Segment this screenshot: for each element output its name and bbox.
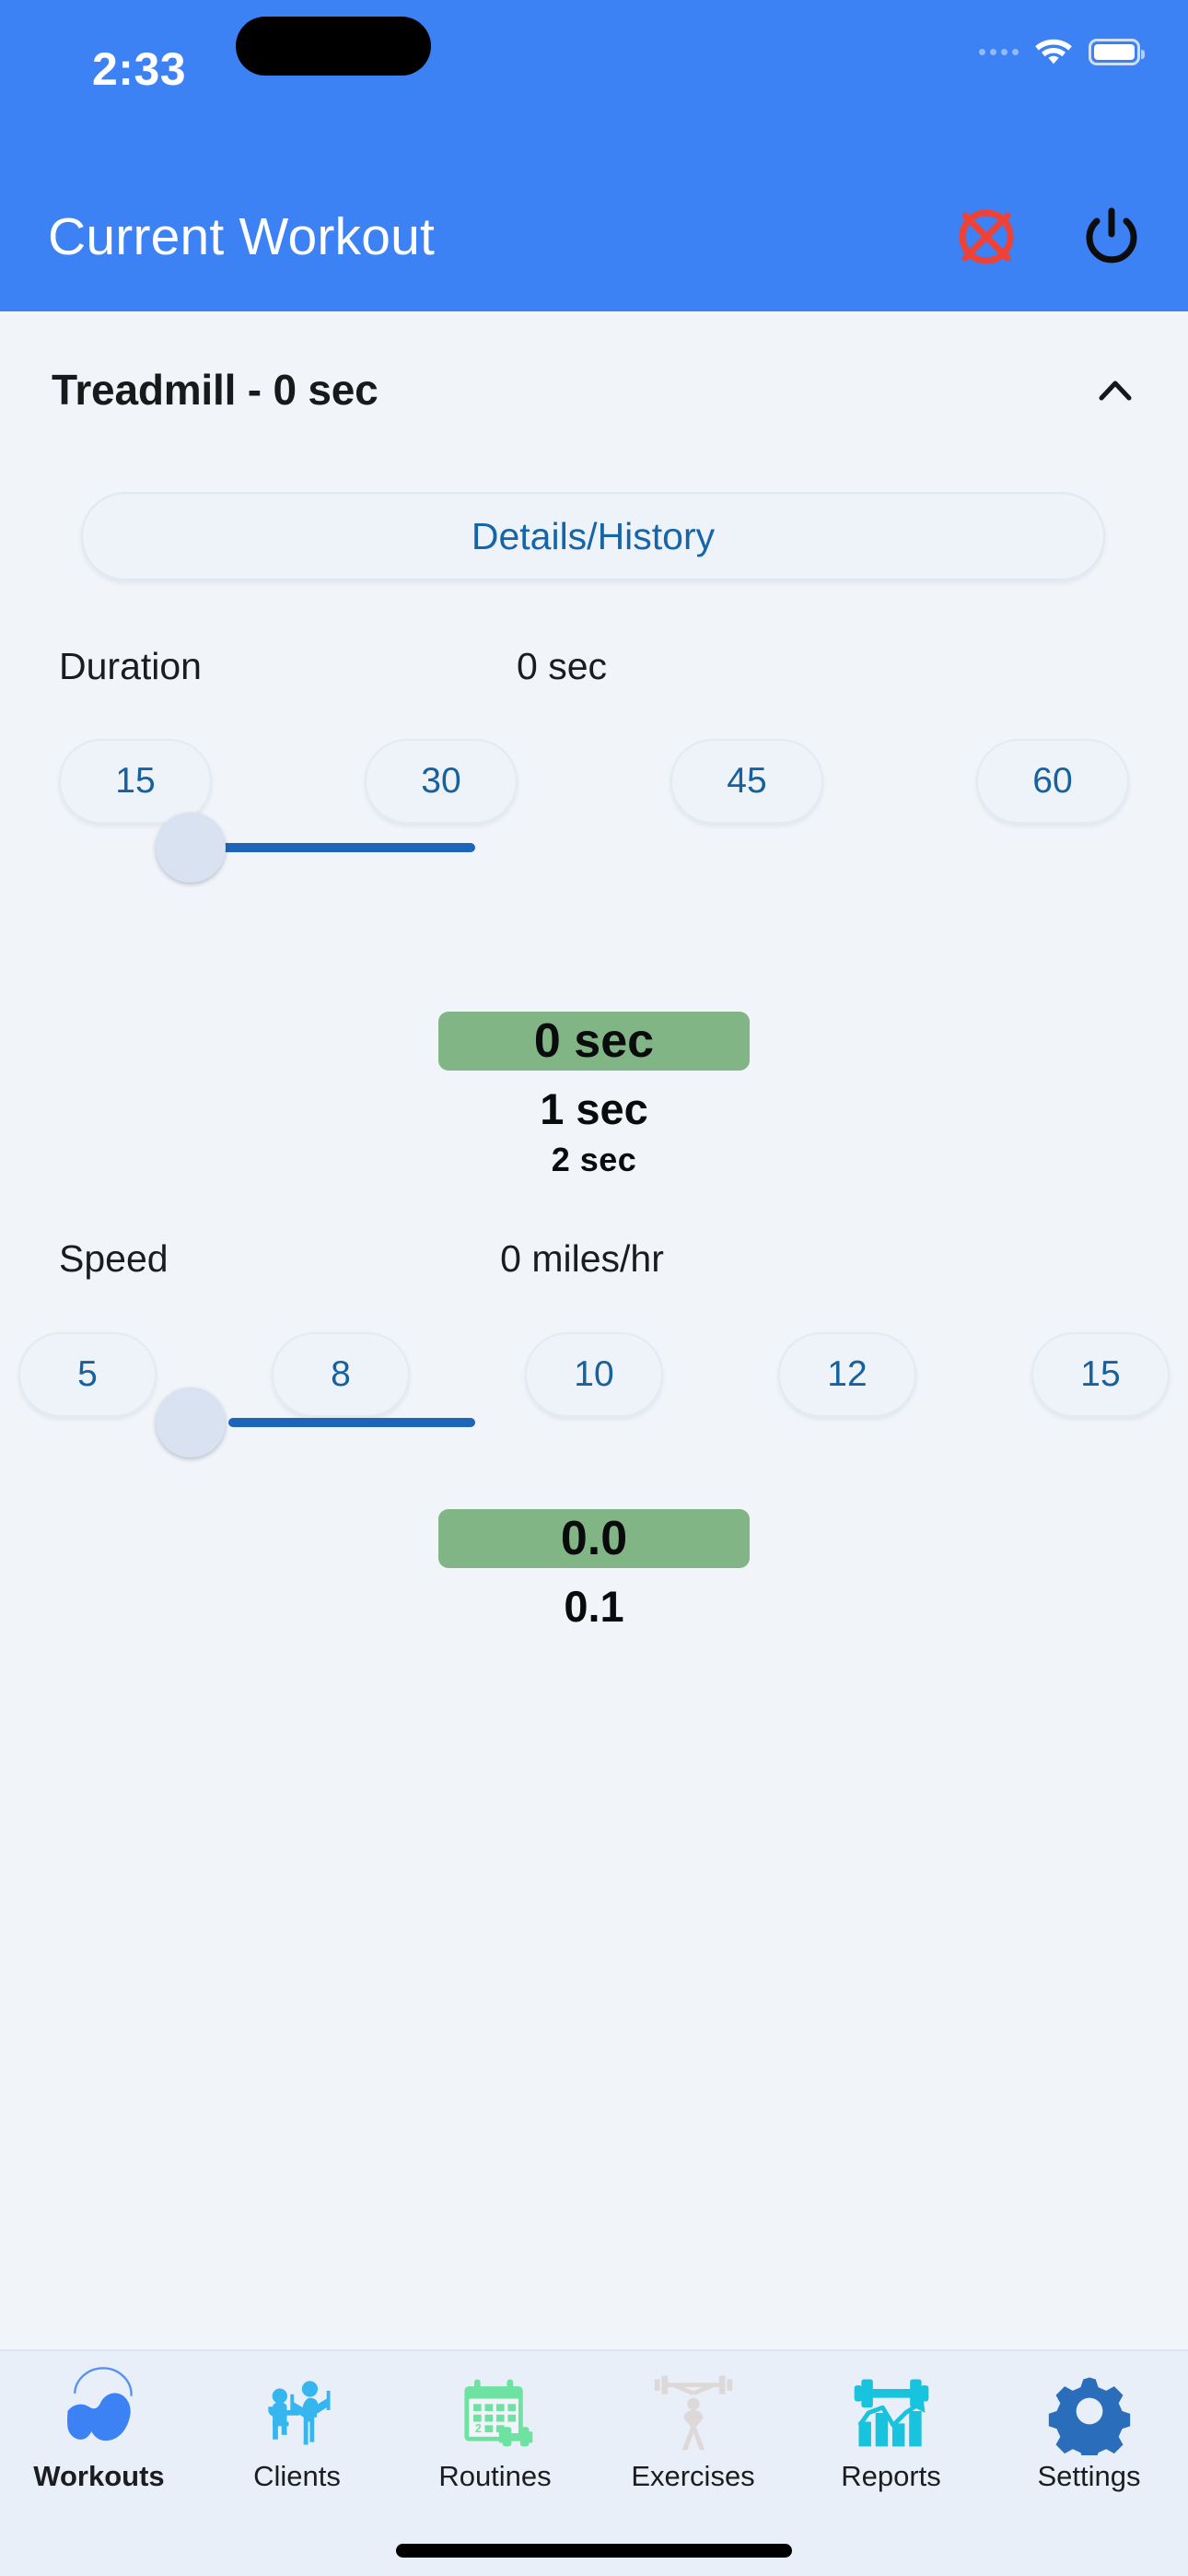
weightlifter-icon	[649, 2366, 738, 2456]
speed-slider-thumb[interactable]	[156, 1388, 226, 1458]
duration-picker-option-next[interactable]: 1 sec	[540, 1083, 648, 1134]
trainer-clients-icon	[253, 2366, 342, 2456]
tab-label: Workouts	[33, 2460, 165, 2492]
power-icon	[1086, 207, 1137, 263]
chip-label: 15	[115, 761, 156, 801]
duration-picker-selected-label: 0 sec	[533, 1014, 655, 1068]
app-screen: 2:33 Current Workout Treadmill - 0 sec D…	[0, 0, 1188, 2576]
exercise-header[interactable]: Treadmill - 0 sec	[0, 350, 1188, 433]
tab-clients[interactable]: Clients	[198, 2351, 396, 2521]
finish-workout-power-button[interactable]	[1076, 201, 1147, 273]
duration-slider[interactable]	[0, 802, 1188, 894]
chip-label: 30	[421, 761, 461, 801]
speed-picker-selected[interactable]: 0.0	[438, 1509, 750, 1568]
bottom-tab-bar: Workouts Clients 2 Routines Exercises Re…	[0, 2349, 1188, 2576]
chevron-up-icon[interactable]	[1094, 370, 1136, 413]
cancel-circle-x-icon	[959, 209, 1014, 264]
tab-list: Workouts Clients 2 Routines Exercises Re…	[0, 2351, 1188, 2521]
status-bar-time: 2:33	[92, 43, 187, 95]
tab-label: Settings	[1037, 2460, 1141, 2492]
chip-label: 60	[1032, 761, 1073, 801]
details-history-label: Details/History	[471, 514, 716, 557]
tab-workouts[interactable]: Workouts	[0, 2351, 198, 2521]
duration-row: Duration 0 sec	[0, 645, 1188, 700]
tab-exercises[interactable]: Exercises	[594, 2351, 792, 2521]
workout-content: Treadmill - 0 sec Details/History Durati…	[0, 311, 1188, 2349]
speed-value: 0 miles/hr	[500, 1237, 664, 1280]
status-bar-indicators	[979, 37, 1145, 66]
tab-label: Clients	[253, 2460, 341, 2492]
tab-routines[interactable]: 2 Routines	[396, 2351, 594, 2521]
home-indicator	[396, 2544, 792, 2558]
speed-slider[interactable]	[0, 1303, 1188, 1458]
chart-dumbbell-icon	[847, 2366, 936, 2456]
duration-picker-option-next2[interactable]: 2 sec	[552, 1141, 637, 1179]
duration-picker[interactable]: 0 sec 1 sec 2 sec	[0, 1012, 1188, 1233]
details-history-button[interactable]: Details/History	[81, 492, 1105, 580]
duration-label: Duration	[59, 645, 202, 687]
gear-icon	[1045, 2366, 1134, 2456]
duration-slider-thumb[interactable]	[156, 813, 226, 883]
tab-reports[interactable]: Reports	[792, 2351, 990, 2521]
page-title: Current Workout	[48, 207, 436, 266]
wifi-icon	[1035, 39, 1072, 64]
tab-label: Reports	[841, 2460, 941, 2492]
bicep-flex-icon	[55, 2366, 144, 2456]
duration-value: 0 sec	[517, 645, 607, 687]
tab-label: Exercises	[631, 2460, 755, 2492]
speed-label: Speed	[59, 1237, 169, 1280]
app-bar: Current Workout	[0, 171, 1188, 311]
tab-label: Routines	[438, 2460, 552, 2492]
duration-picker-selected[interactable]: 0 sec	[438, 1012, 750, 1071]
svg-text:2: 2	[474, 2422, 481, 2435]
cellular-signal-icon	[979, 48, 1019, 55]
speed-row: Speed 0 miles/hr	[0, 1237, 1188, 1293]
speed-picker[interactable]: 0.0 0.1	[0, 1509, 1188, 1675]
calendar-dumbbell-icon: 2	[451, 2366, 540, 2456]
duration-slider-track[interactable]	[218, 843, 475, 852]
dynamic-island	[236, 17, 431, 76]
speed-slider-track[interactable]	[228, 1418, 475, 1427]
status-bar: 2:33	[0, 0, 1188, 171]
speed-picker-selected-label: 0.0	[560, 1512, 628, 1565]
app-bar-actions	[950, 201, 1147, 273]
tab-settings[interactable]: Settings	[990, 2351, 1188, 2521]
battery-icon	[1089, 38, 1145, 65]
cancel-workout-button[interactable]	[950, 201, 1022, 273]
speed-picker-option-next[interactable]: 0.1	[564, 1581, 623, 1632]
exercise-title: Treadmill - 0 sec	[52, 366, 379, 414]
chip-label: 45	[727, 761, 767, 801]
